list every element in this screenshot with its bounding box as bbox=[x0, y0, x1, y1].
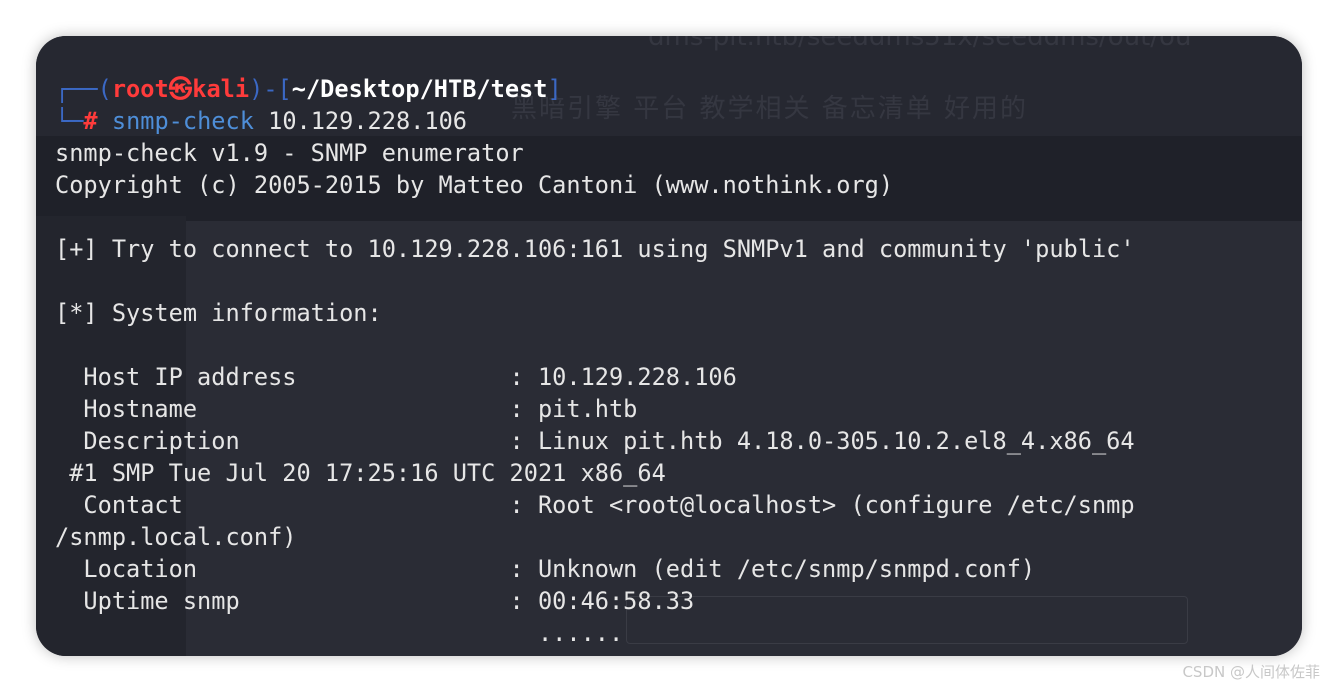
output-line: Host IP address : 10.129.228.106 bbox=[55, 363, 737, 391]
output-line: Hostname : pit.htb bbox=[55, 395, 638, 423]
prompt-corner-bottom: └─ bbox=[55, 107, 84, 135]
prompt-hash: # bbox=[83, 107, 98, 135]
output-line: #1 SMP Tue Jul 20 17:25:16 UTC 2021 x86_… bbox=[55, 459, 666, 487]
output-line: ...... bbox=[55, 619, 624, 647]
output-line: [+] Try to connect to 10.129.228.106:161… bbox=[55, 235, 1135, 263]
terminal-output: ┌──(root㉿kali)-[~/Desktop/HTB/test] └─# s… bbox=[55, 73, 1135, 649]
prompt-line-1: ┌──(root㉿kali)-[~/Desktop/HTB/test] bbox=[55, 75, 562, 103]
command-args: 10.129.228.106 bbox=[253, 107, 467, 135]
output-line: Uptime snmp : 00:46:58.33 bbox=[55, 587, 695, 615]
output-line: Location : Unknown (edit /etc/snmp/snmpd… bbox=[55, 555, 1036, 583]
ghost-url-text: dms-pit.htb/seeddms51x/seeddms/out/ou bbox=[648, 36, 1192, 52]
output-line: Contact : Root <root@localhost> (configu… bbox=[55, 491, 1135, 519]
prompt-line-2: └─# snmp-check 10.129.228.106 bbox=[55, 105, 1135, 137]
output-line: /snmp.local.conf) bbox=[55, 523, 297, 551]
output-line: Description : Linux pit.htb 4.18.0-305.1… bbox=[55, 427, 1135, 455]
output-line: snmp-check v1.9 - SNMP enumerator bbox=[55, 139, 524, 167]
prompt-user: root bbox=[111, 75, 169, 103]
command-name: snmp-check bbox=[111, 107, 254, 135]
skull-icon: ㉿ bbox=[168, 75, 193, 103]
prompt-path: ~/Desktop/HTB/test bbox=[291, 75, 548, 103]
terminal-window: dms-pit.htb/seeddms51x/seeddms/out/ou 黑暗… bbox=[36, 36, 1302, 656]
output-line: Copyright (c) 2005-2015 by Matteo Canton… bbox=[55, 171, 894, 199]
output-line: [*] System information: bbox=[55, 299, 382, 327]
prompt-corner: ┌── bbox=[55, 75, 98, 103]
prompt-host: kali bbox=[192, 75, 250, 103]
csdn-watermark: CSDN @人间体佐菲 bbox=[1182, 663, 1320, 681]
